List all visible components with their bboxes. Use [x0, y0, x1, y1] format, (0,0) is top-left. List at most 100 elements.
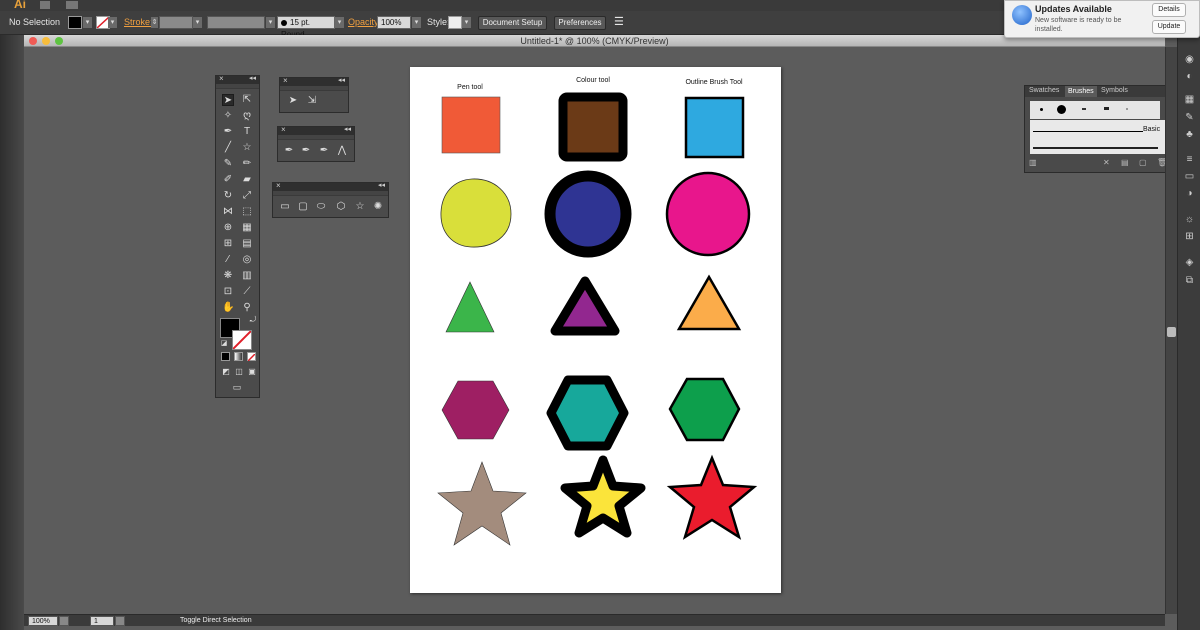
brush-dropdown-icon[interactable]: ▾ — [335, 17, 344, 28]
collapse-flyout-icon[interactable]: ◂◂ — [338, 76, 345, 84]
stroke-color-box[interactable] — [232, 330, 252, 350]
selection-tool-icon[interactable]: ➤ — [222, 94, 234, 106]
pen-circle[interactable] — [440, 178, 512, 248]
lasso-tool-icon[interactable]: ღ — [241, 110, 253, 122]
control-panel-menu-icon[interactable]: ☰ — [614, 15, 624, 28]
stroke-icon[interactable]: ≡ — [1183, 153, 1196, 166]
mesh-tool-icon[interactable]: ⊞ — [222, 238, 234, 250]
vertical-scroll-thumb[interactable] — [1167, 327, 1176, 337]
update-button[interactable]: Update — [1152, 20, 1186, 34]
brush-calligraphic-icon[interactable] — [1104, 107, 1109, 110]
draw-inside-icon[interactable]: ▣ — [246, 366, 258, 378]
arrange-documents-icon[interactable] — [66, 1, 78, 9]
brush-dot-small-icon[interactable] — [1040, 108, 1043, 111]
brush-dash-icon[interactable] — [1082, 108, 1086, 110]
direct-selection-tool-icon[interactable]: ⇱ — [241, 94, 253, 106]
color-mode-icon[interactable] — [221, 352, 230, 361]
delete-anchor-point-icon[interactable]: ✒ — [318, 145, 330, 157]
gradient-icon[interactable]: ▭ — [1183, 170, 1196, 183]
width-tool-icon[interactable]: ⋈ — [222, 206, 234, 218]
pen-flyout-grip[interactable] — [278, 135, 354, 140]
stroke-weight-field[interactable] — [159, 16, 193, 29]
pen-tool-icon[interactable]: ✒ — [222, 126, 234, 138]
rotate-tool-icon[interactable]: ↻ — [222, 190, 234, 202]
free-transform-tool-icon[interactable]: ⬚ — [241, 206, 253, 218]
brush-circle[interactable] — [665, 171, 751, 257]
close-flyout-icon[interactable]: × — [283, 76, 288, 85]
flyout-header[interactable]: × ◂◂ — [280, 76, 348, 86]
pen-star[interactable] — [437, 461, 527, 546]
group-selection-tool-icon[interactable]: ⇲ — [306, 95, 318, 107]
panel-grip[interactable] — [216, 84, 259, 89]
fill-dropdown-icon[interactable]: ▾ — [83, 17, 92, 28]
collapse-pen-flyout-icon[interactable]: ◂◂ — [344, 125, 351, 133]
flyout-grip[interactable] — [280, 86, 348, 91]
color-guide-icon[interactable]: ▦ — [1183, 93, 1196, 106]
hand-tool-icon[interactable]: ✋ — [222, 302, 234, 314]
artboard-tool-icon[interactable]: ⊡ — [222, 286, 234, 298]
draw-normal-icon[interactable]: ◩ — [220, 366, 232, 378]
graphic-style-swatch[interactable] — [448, 16, 462, 29]
paintbrush-tool-icon[interactable]: ✎ — [222, 158, 234, 170]
artboards-icon[interactable]: ⧉ — [1183, 274, 1196, 287]
brush-stroke-2[interactable] — [1033, 147, 1158, 149]
opacity-field[interactable]: 100% — [377, 16, 411, 29]
eyedropper-tool-icon[interactable]: ⁄ — [222, 254, 234, 266]
eraser-tool-icon[interactable]: ▰ — [241, 174, 253, 186]
brush-libraries-icon[interactable]: ▥ — [1029, 158, 1037, 167]
close-shape-flyout-icon[interactable]: × — [276, 181, 281, 190]
fill-swatch[interactable] — [68, 16, 82, 29]
rectangle-tool-icon[interactable]: ▭ — [279, 201, 291, 213]
brush-definition-field[interactable]: 15 pt. Round — [277, 16, 335, 39]
star-tool-icon[interactable]: ☆ — [241, 142, 253, 154]
options-icon[interactable]: ▤ — [1121, 158, 1129, 167]
blend-tool-icon[interactable]: ◎ — [241, 254, 253, 266]
none-mode-icon[interactable] — [247, 352, 256, 362]
direct-selection-tool-icon[interactable]: ➤ — [287, 95, 299, 107]
rounded-rectangle-tool-icon[interactable]: ▢ — [297, 201, 309, 213]
profile-dropdown-icon[interactable]: ▾ — [266, 17, 275, 28]
transparency-icon[interactable]: ◑ — [1183, 187, 1196, 200]
graphic-styles-icon[interactable]: ☼ — [1183, 213, 1196, 226]
brush-triangle[interactable] — [676, 274, 742, 331]
preferences-button[interactable]: Preferences — [554, 16, 606, 30]
stroke-weight-stepper[interactable]: ⇕ — [151, 17, 158, 28]
new-brush-icon[interactable]: ▢ — [1139, 158, 1147, 167]
colour-triangle[interactable] — [550, 276, 620, 336]
flare-tool-icon[interactable]: ✺ — [372, 201, 384, 213]
scale-tool-icon[interactable]: ⤢ — [241, 190, 253, 202]
opacity-dropdown-icon[interactable]: ▾ — [412, 17, 421, 28]
brush-hexagon[interactable] — [668, 377, 741, 442]
shape-builder-tool-icon[interactable]: ⊕ — [222, 222, 234, 234]
magic-wand-tool-icon[interactable]: ✧ — [222, 110, 234, 122]
perspective-grid-tool-icon[interactable]: ▦ — [241, 222, 253, 234]
brush-square[interactable] — [684, 96, 745, 159]
blob-brush-tool-icon[interactable]: ✐ — [222, 174, 234, 186]
tab-brushes[interactable]: Brushes — [1065, 86, 1097, 97]
colour-hexagon[interactable] — [546, 375, 629, 451]
colour-circle[interactable] — [544, 170, 632, 258]
colour-square[interactable] — [558, 92, 628, 162]
artboard[interactable]: Pen tool Colour tool Outline Brush Tool — [410, 67, 781, 593]
brushes-icon[interactable]: ✎ — [1183, 111, 1196, 124]
polygon-tool-icon[interactable]: ⬡ — [335, 201, 347, 213]
basic-brush-stroke[interactable] — [1033, 131, 1143, 132]
add-anchor-point-icon[interactable]: ✒ — [300, 145, 312, 157]
collapse-panel-icon[interactable]: ◂◂ — [249, 74, 256, 82]
color-icon[interactable]: ◐ — [1183, 70, 1196, 83]
pen-flyout-header[interactable]: × ◂◂ — [278, 125, 354, 135]
ellipse-tool-icon[interactable]: ⬭ — [315, 201, 327, 213]
pen-triangle[interactable] — [445, 281, 495, 333]
stroke-dropdown-icon[interactable]: ▾ — [108, 17, 117, 28]
swap-fill-stroke-icon[interactable]: ⤾ — [247, 314, 259, 326]
brush-dot-large-icon[interactable] — [1057, 105, 1066, 114]
close-pen-flyout-icon[interactable]: × — [281, 125, 286, 134]
screen-mode-icon[interactable]: ▭ — [231, 381, 243, 393]
draw-behind-icon[interactable]: ◫ — [233, 366, 245, 378]
pen-hexagon[interactable] — [441, 380, 510, 440]
slice-tool-icon[interactable]: ⟋ — [241, 286, 253, 298]
tools-panel-header[interactable]: × ◂◂ — [216, 74, 259, 84]
bridge-icon[interactable] — [40, 1, 50, 9]
zoom-tool-icon[interactable]: ⚲ — [241, 302, 253, 314]
artboard-dropdown-icon[interactable] — [115, 616, 125, 626]
